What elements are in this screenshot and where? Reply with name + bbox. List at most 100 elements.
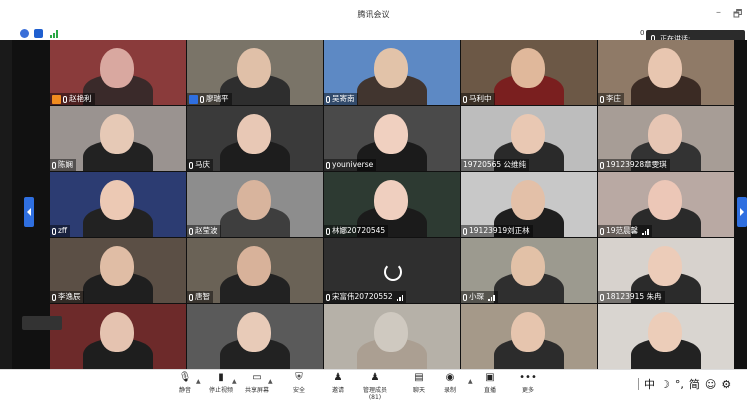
participant-tile[interactable]: 18123915 朱冉 <box>598 238 734 303</box>
participant-tile[interactable]: 马利中 <box>461 40 597 105</box>
participant-tile[interactable]: 赵艳利 <box>50 40 186 105</box>
participant-tile[interactable]: youniverse <box>324 106 460 171</box>
participant-tile[interactable]: 马庆 <box>187 106 323 171</box>
participant-face <box>237 312 271 352</box>
participant-name: 小琛 <box>469 292 484 301</box>
participant-name-bar: youniverse <box>324 159 377 171</box>
shield-icon[interactable] <box>34 29 43 38</box>
moon-icon[interactable]: ☽ <box>660 378 670 391</box>
caret-up-icon[interactable]: ▲ <box>232 378 237 385</box>
toolbar-label: 直播 <box>483 387 496 394</box>
participant-tile[interactable]: 李庄 <box>598 40 734 105</box>
gear-icon[interactable]: ⚙ <box>721 378 731 391</box>
participant-tile[interactable]: zff <box>50 172 186 237</box>
toolbar-label: 聊天 <box>412 387 425 394</box>
participant-name: 吴寄南 <box>332 94 355 103</box>
more-icon: ••• <box>519 372 537 383</box>
participant-tile[interactable] <box>461 304 597 369</box>
layout-switch-button[interactable] <box>22 316 62 330</box>
participant-name: 19123928章雯琪 <box>606 160 667 169</box>
toolbar-button-live[interactable]: ▣ 直播 <box>473 372 507 394</box>
caret-up-icon[interactable]: ▲ <box>196 378 201 385</box>
participant-name: 李逸辰 <box>58 292 81 301</box>
caret-up-icon[interactable]: ▲ <box>268 378 273 385</box>
members-icon: ♟ <box>370 372 380 383</box>
participant-tile[interactable]: 吴寄南 <box>324 40 460 105</box>
participant-tile[interactable]: 19123928章雯琪 <box>598 106 734 171</box>
mic-icon <box>189 227 193 235</box>
next-page-arrow[interactable] <box>737 197 747 227</box>
participant-name: 李庄 <box>606 94 621 103</box>
ime-width[interactable]: 简 <box>689 376 700 392</box>
participant-tile[interactable]: 19123919刘正林 <box>461 172 597 237</box>
participant-name-bar: 19123919刘正林 <box>461 225 533 237</box>
participant-tile[interactable]: 小琛 <box>461 238 597 303</box>
participant-tile[interactable]: 19720565 公维纯 <box>461 106 597 171</box>
participant-name-bar: 18123915 朱冉 <box>598 291 665 303</box>
participant-face <box>511 180 545 220</box>
prev-page-arrow[interactable] <box>24 197 34 227</box>
toolbar-button-more[interactable]: ••• 更多 <box>511 372 545 394</box>
participant-tile[interactable]: 李逸辰 <box>50 238 186 303</box>
participant-name-bar: 马庆 <box>187 159 213 171</box>
emoji-icon[interactable]: ☺ <box>705 378 716 391</box>
participant-name: 19123919刘正林 <box>469 226 530 235</box>
participant-tile[interactable]: 陈娴 <box>50 106 186 171</box>
minimize-button[interactable]: – <box>716 7 721 18</box>
caret-up-icon[interactable]: ▲ <box>468 378 473 385</box>
participant-face <box>511 312 545 352</box>
toolbar-button-record[interactable]: ◉ 录制 <box>433 372 467 394</box>
participant-face <box>237 48 271 88</box>
shield-icon: ⛨ <box>295 372 303 383</box>
mic-icon <box>600 227 604 235</box>
toolbar-button-chat[interactable]: ▤ 聊天 <box>402 372 436 394</box>
participant-tile[interactable] <box>598 304 734 369</box>
live-icon: ▣ <box>485 372 495 383</box>
toolbar-label: 安全 <box>292 387 305 394</box>
participant-tile[interactable]: 廖瑞平 <box>187 40 323 105</box>
participant-face <box>374 114 408 154</box>
toolbar-button-shield[interactable]: ⛨ 安全 <box>282 372 316 394</box>
invite-icon: ♟ <box>333 372 343 383</box>
participant-face <box>374 48 408 88</box>
toolbar-label: 更多 <box>521 387 534 394</box>
signal-icon[interactable] <box>50 30 58 38</box>
participant-tile[interactable]: 19范晨馨 <box>598 172 734 237</box>
mic-icon <box>52 161 56 169</box>
participant-tile[interactable] <box>50 304 186 369</box>
participant-face <box>237 246 271 286</box>
chevron-left-icon <box>27 208 31 216</box>
participant-name-bar: 吴寄南 <box>324 93 358 105</box>
ime-punctuation[interactable]: °, <box>675 378 684 391</box>
meeting-toolbar: 🎙 静音 ▮ 停止视频 ▭ 共享屏幕 ⛨ 安全 ♟ 邀请 ♟ 管理成员(81) ▤ 聊天 ◉ 录制 ▣ 直播 •••… <box>0 369 747 401</box>
restore-button[interactable]: 🗗 <box>733 7 742 24</box>
chevron-right-icon <box>740 208 744 216</box>
mic-icon <box>463 293 467 301</box>
toolbar-label: 停止视频 <box>208 387 233 394</box>
participant-tile[interactable] <box>324 304 460 369</box>
toolbar-button-invite[interactable]: ♟ 邀请 <box>321 372 355 394</box>
participant-name: 马庆 <box>195 160 210 169</box>
host-badge-icon <box>52 94 61 104</box>
participant-face <box>374 180 408 220</box>
participant-tile[interactable]: 唐智 <box>187 238 323 303</box>
left-gutter <box>0 40 12 369</box>
info-icon[interactable] <box>20 29 29 38</box>
record-icon: ◉ <box>445 372 455 383</box>
ime-language[interactable]: 中 <box>644 376 655 392</box>
window-title: 腾讯会议 <box>357 10 390 19</box>
mic-icon <box>326 95 330 103</box>
mic-icon <box>326 293 330 301</box>
volume-icon <box>396 294 404 301</box>
toolbar-label: 共享屏幕 <box>244 387 269 394</box>
participant-tile[interactable]: 赵莹波 <box>187 172 323 237</box>
toolbar-button-members[interactable]: ♟ 管理成员(81) <box>358 372 392 401</box>
mic-icon <box>200 95 204 103</box>
participant-name: zff <box>58 226 68 235</box>
participant-name: 19720565 公维纯 <box>463 160 527 169</box>
participant-tile[interactable]: 宋富伟20720552 <box>324 238 460 303</box>
participant-name-bar: 赵艳利 <box>50 93 95 105</box>
participant-tile[interactable]: 林娜20720545 <box>324 172 460 237</box>
participant-name-bar: zff <box>50 225 71 237</box>
participant-tile[interactable] <box>187 304 323 369</box>
